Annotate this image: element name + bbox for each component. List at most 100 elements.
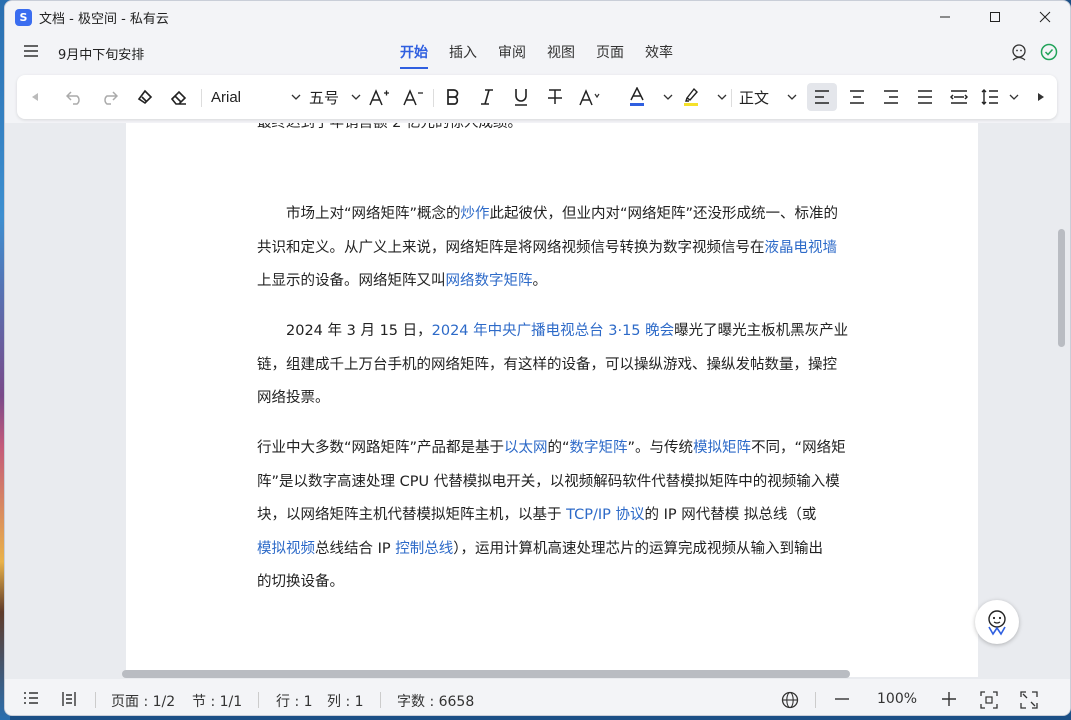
page-layout-button[interactable] <box>61 691 77 711</box>
strikethrough-button[interactable] <box>543 85 567 109</box>
horizontal-scroll-thumb[interactable] <box>122 670 850 678</box>
tab-start[interactable]: 开始 <box>400 42 428 69</box>
chevron-down-icon <box>291 94 301 100</box>
document-canvas[interactable]: 最终达到了年销售额 2 亿元的惊人成绩。 市场上对“网络矩阵”概念的炒作此起彼伏… <box>5 123 1070 679</box>
minus-icon <box>835 698 849 700</box>
redo-button[interactable] <box>97 85 121 109</box>
status-divider <box>95 692 96 708</box>
menu-bar: 9月中下旬安排 开始 插入 审阅 视图 页面 效率 <box>5 35 1070 69</box>
clear-format-button[interactable] <box>167 85 191 109</box>
text-run: 网络投票。 <box>257 390 330 406</box>
paragraph-style-value: 正文 <box>739 89 770 107</box>
document-page[interactable]: 最终达到了年销售额 2 亿元的惊人成绩。 市场上对“网络矩阵”概念的炒作此起彼伏… <box>126 123 978 677</box>
paragraph-3[interactable]: 行业中大多数“网路矩阵”产品都是基于以太网的“数字矩阵”。与传统模拟矩阵不同，“… <box>257 432 857 600</box>
paragraph-style-select[interactable]: 正文 <box>739 85 797 109</box>
font-size-select[interactable]: 五号 <box>309 85 361 109</box>
text-effects-button[interactable] <box>575 85 605 109</box>
vertical-scrollbar[interactable] <box>1056 123 1066 679</box>
hyperlink-network-digital-matrix[interactable]: 网络数字矩阵 <box>446 273 533 289</box>
hyperlink-hype[interactable]: 炒作 <box>461 206 490 222</box>
close-button[interactable] <box>1020 1 1070 33</box>
collaborator-button[interactable] <box>1010 43 1028 65</box>
highlight-color-button[interactable] <box>683 85 727 109</box>
saved-check-icon <box>1040 43 1058 61</box>
language-button[interactable] <box>781 691 799 713</box>
justify-button[interactable] <box>913 85 937 109</box>
globe-icon <box>781 691 799 709</box>
text-run: 块，以网络矩阵主机代替模拟矩阵主机，以基于 <box>257 507 567 523</box>
paragraph-1[interactable]: 市场上对“网络矩阵”概念的炒作此起彼伏，但业内对“网络矩阵”还没形成统一、标准的… <box>257 198 857 299</box>
hyperlink-analog-matrix[interactable]: 模拟矩阵 <box>693 440 751 456</box>
chevron-down-icon <box>1009 94 1019 100</box>
redo-icon <box>104 91 118 105</box>
font-size-decrease-icon <box>403 89 423 106</box>
font-size-increase-icon <box>369 89 389 106</box>
align-center-button[interactable] <box>845 85 869 109</box>
toolbar-scroll-right-button[interactable] <box>1033 85 1049 109</box>
tab-view[interactable]: 视图 <box>547 42 575 69</box>
underline-button[interactable] <box>509 85 533 109</box>
align-left-button[interactable] <box>807 83 837 111</box>
increase-font-button[interactable] <box>367 85 391 109</box>
align-center-icon <box>850 90 864 104</box>
hyperlink-ethernet[interactable]: 以太网 <box>504 440 548 456</box>
cloud-saved-button[interactable] <box>1040 43 1058 65</box>
font-color-button[interactable] <box>629 85 673 109</box>
distribute-button[interactable] <box>947 85 971 109</box>
title-bar: S 文档 - 极空间 - 私有云 <box>5 1 1070 33</box>
text-run: 的切换设备。 <box>257 574 344 590</box>
font-size-value: 五号 <box>309 89 340 107</box>
text-run: ），运用计算机高速处理芯片的运算完成视频从输入到输出 <box>453 540 823 557</box>
ai-assistant-button[interactable] <box>975 600 1019 644</box>
hyperlink-analog-video[interactable]: 模拟视频 <box>257 541 315 557</box>
format-painter-button[interactable] <box>133 85 157 109</box>
align-distribute-icon <box>950 90 968 104</box>
formatting-toolbar: Arial 五号 正文 <box>17 75 1057 119</box>
tab-review[interactable]: 审阅 <box>498 42 526 69</box>
outline-button[interactable] <box>23 691 39 709</box>
fullscreen-button[interactable] <box>1020 691 1038 713</box>
hyperlink-control-bus[interactable]: 控制总线 <box>395 541 453 557</box>
fit-page-button[interactable] <box>980 691 998 713</box>
undo-button[interactable] <box>63 85 87 109</box>
vertical-scroll-thumb[interactable] <box>1058 229 1065 347</box>
text-run: 此起彼伏，但业内对“网络矩阵”还没形成统一、标准的 <box>489 206 839 222</box>
maximize-button[interactable] <box>970 1 1020 33</box>
document-title[interactable]: 9月中下旬安排 <box>58 44 144 63</box>
tab-insert[interactable]: 插入 <box>449 42 477 69</box>
font-family-select[interactable]: Arial <box>211 85 301 109</box>
hyperlink-lcd-video-wall[interactable]: 液晶电视墙 <box>765 240 838 256</box>
undo-icon <box>66 91 80 105</box>
text-run: 的 IP 网代替模 拟总线（或 <box>644 507 817 523</box>
line-spacing-icon <box>981 89 998 105</box>
paragraph-2[interactable]: 2024 年 3 月 15 日，2024 年中央广播电视总台 3·15 晚会曝光… <box>257 315 857 416</box>
toolbar-divider <box>433 89 434 107</box>
status-divider <box>815 692 816 708</box>
hyperlink-315-gala[interactable]: 2024 年中央广播电视总台 3·15 晚会 <box>432 323 675 339</box>
tab-efficiency[interactable]: 效率 <box>645 42 673 69</box>
status-divider <box>380 692 381 708</box>
zoom-in-button[interactable] <box>941 691 957 711</box>
hamburger-icon <box>24 45 38 57</box>
tab-page[interactable]: 页面 <box>596 42 624 69</box>
hyperlink-tcp-ip[interactable]: TCP/IP 协议 <box>566 507 644 523</box>
text-run: 共识和定义。从广义上来说，网络矩阵是将网络视频信号转换为数字视频信号在 <box>257 239 765 256</box>
line-spacing-button[interactable] <box>981 85 1019 109</box>
zoom-out-button[interactable] <box>834 691 850 711</box>
status-bar: 页面 : 1/2 节 : 1/1 行 : 1 列 : 1 字数 : 6658 1… <box>5 681 1070 715</box>
toolbar-scroll-left-button[interactable] <box>27 85 43 109</box>
text-run: 。 <box>532 273 548 289</box>
horizontal-scrollbar[interactable] <box>5 669 1070 679</box>
minimize-button[interactable] <box>920 1 970 33</box>
main-menu-button[interactable] <box>23 43 39 62</box>
italic-button[interactable] <box>475 85 499 109</box>
hyperlink-digital-matrix[interactable]: 数字矩阵 <box>570 440 628 456</box>
decrease-font-button[interactable] <box>401 85 425 109</box>
toolbar-divider <box>201 89 202 107</box>
text-run: 上显示的设备。网络矩阵又叫 <box>257 273 446 289</box>
ribbon-tabs: 开始 插入 审阅 视图 页面 效率 <box>400 42 694 69</box>
zoom-level[interactable]: 100% <box>877 691 917 707</box>
close-icon <box>1039 11 1051 23</box>
align-right-button[interactable] <box>879 85 903 109</box>
bold-button[interactable] <box>441 85 465 109</box>
